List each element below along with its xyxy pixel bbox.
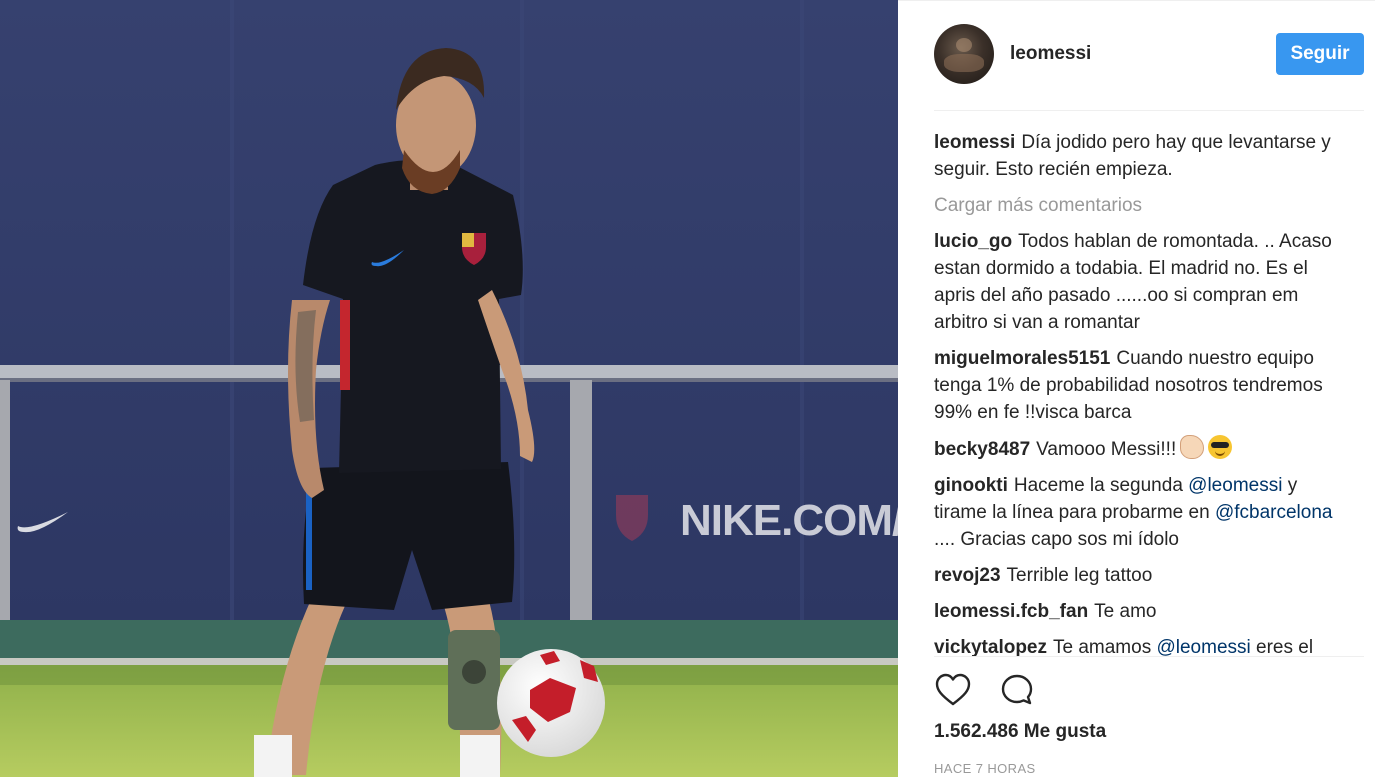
likes-count[interactable]: 1.562.486 Me gusta [934, 721, 1106, 743]
comment-item: vickytalopez Te amamos @leomessi eres el [934, 634, 1354, 656]
caption: leomessi Día jodido pero hay que levantar… [934, 129, 1354, 183]
comment-username[interactable]: vickytalopez [934, 637, 1047, 656]
comment-item: lucio_go Todos hablan de romontada. .. Ac… [934, 228, 1354, 336]
comment-username[interactable]: miguelmorales5151 [934, 348, 1110, 369]
post-timestamp[interactable]: HACE 7 HORAS [934, 761, 1036, 776]
comment-text: Haceme la segunda [1013, 475, 1183, 496]
follow-button[interactable]: Seguir [1276, 33, 1364, 75]
comment-item: leomessi.fcb_fan Te amo [934, 598, 1354, 625]
post-header: leomessi Seguir [934, 23, 1364, 85]
header-divider [934, 110, 1364, 111]
messi-training-image: NIKE.COM/FC [0, 0, 898, 777]
flexed-biceps-icon [1180, 435, 1205, 459]
caption-username[interactable]: leomessi [934, 132, 1015, 153]
comment-username[interactable]: lucio_go [934, 231, 1012, 252]
comment-item: ginookti Haceme la segunda @leomessi y ti… [934, 472, 1354, 553]
comment-item: revoj23 Terrible leg tattoo [934, 562, 1354, 589]
post-actions [934, 671, 1036, 711]
post-side-panel: leomessi Seguir leomessi Día jodido pero … [898, 0, 1375, 777]
comment-username[interactable]: revoj23 [934, 565, 1001, 586]
mention-link[interactable]: @leomessi [1156, 637, 1250, 656]
comment-username[interactable]: becky8487 [934, 439, 1030, 460]
comment-item: becky8487 Vamooo Messi!!! [934, 435, 1354, 463]
comment-text: Vamooo Messi!!! [1036, 439, 1177, 460]
sunglasses-face-icon [1208, 435, 1233, 459]
comment-text: .... Gracias capo sos mi ídolo [934, 529, 1179, 550]
avatar[interactable] [934, 24, 994, 84]
comment-username[interactable]: ginookti [934, 475, 1008, 496]
comment-text: Te amamos [1053, 637, 1152, 656]
comment-text: Terrible leg tattoo [1006, 565, 1153, 586]
mention-link[interactable]: @leomessi [1188, 475, 1282, 496]
like-button[interactable] [934, 671, 972, 709]
post-photo[interactable]: NIKE.COM/FC [0, 0, 898, 777]
header-username[interactable]: leomessi [1010, 43, 1276, 65]
comment-text: eres el [1256, 637, 1314, 656]
actions-divider [934, 656, 1364, 657]
comments-list[interactable]: leomessi Día jodido pero hay que levantar… [934, 129, 1354, 656]
comment-username[interactable]: leomessi.fcb_fan [934, 601, 1088, 622]
comment-button[interactable] [998, 671, 1036, 709]
mention-link[interactable]: @fcbarcelona [1215, 502, 1333, 523]
load-more-comments-link[interactable]: Cargar más comentarios [934, 192, 1354, 219]
comment-text: Te amo [1094, 601, 1157, 622]
banner-text: NIKE.COM/FC [680, 496, 898, 545]
speech-bubble-icon [1001, 674, 1033, 705]
heart-outline-icon [935, 673, 971, 706]
comment-item: miguelmorales5151 Cuando nuestro equipo t… [934, 345, 1354, 426]
